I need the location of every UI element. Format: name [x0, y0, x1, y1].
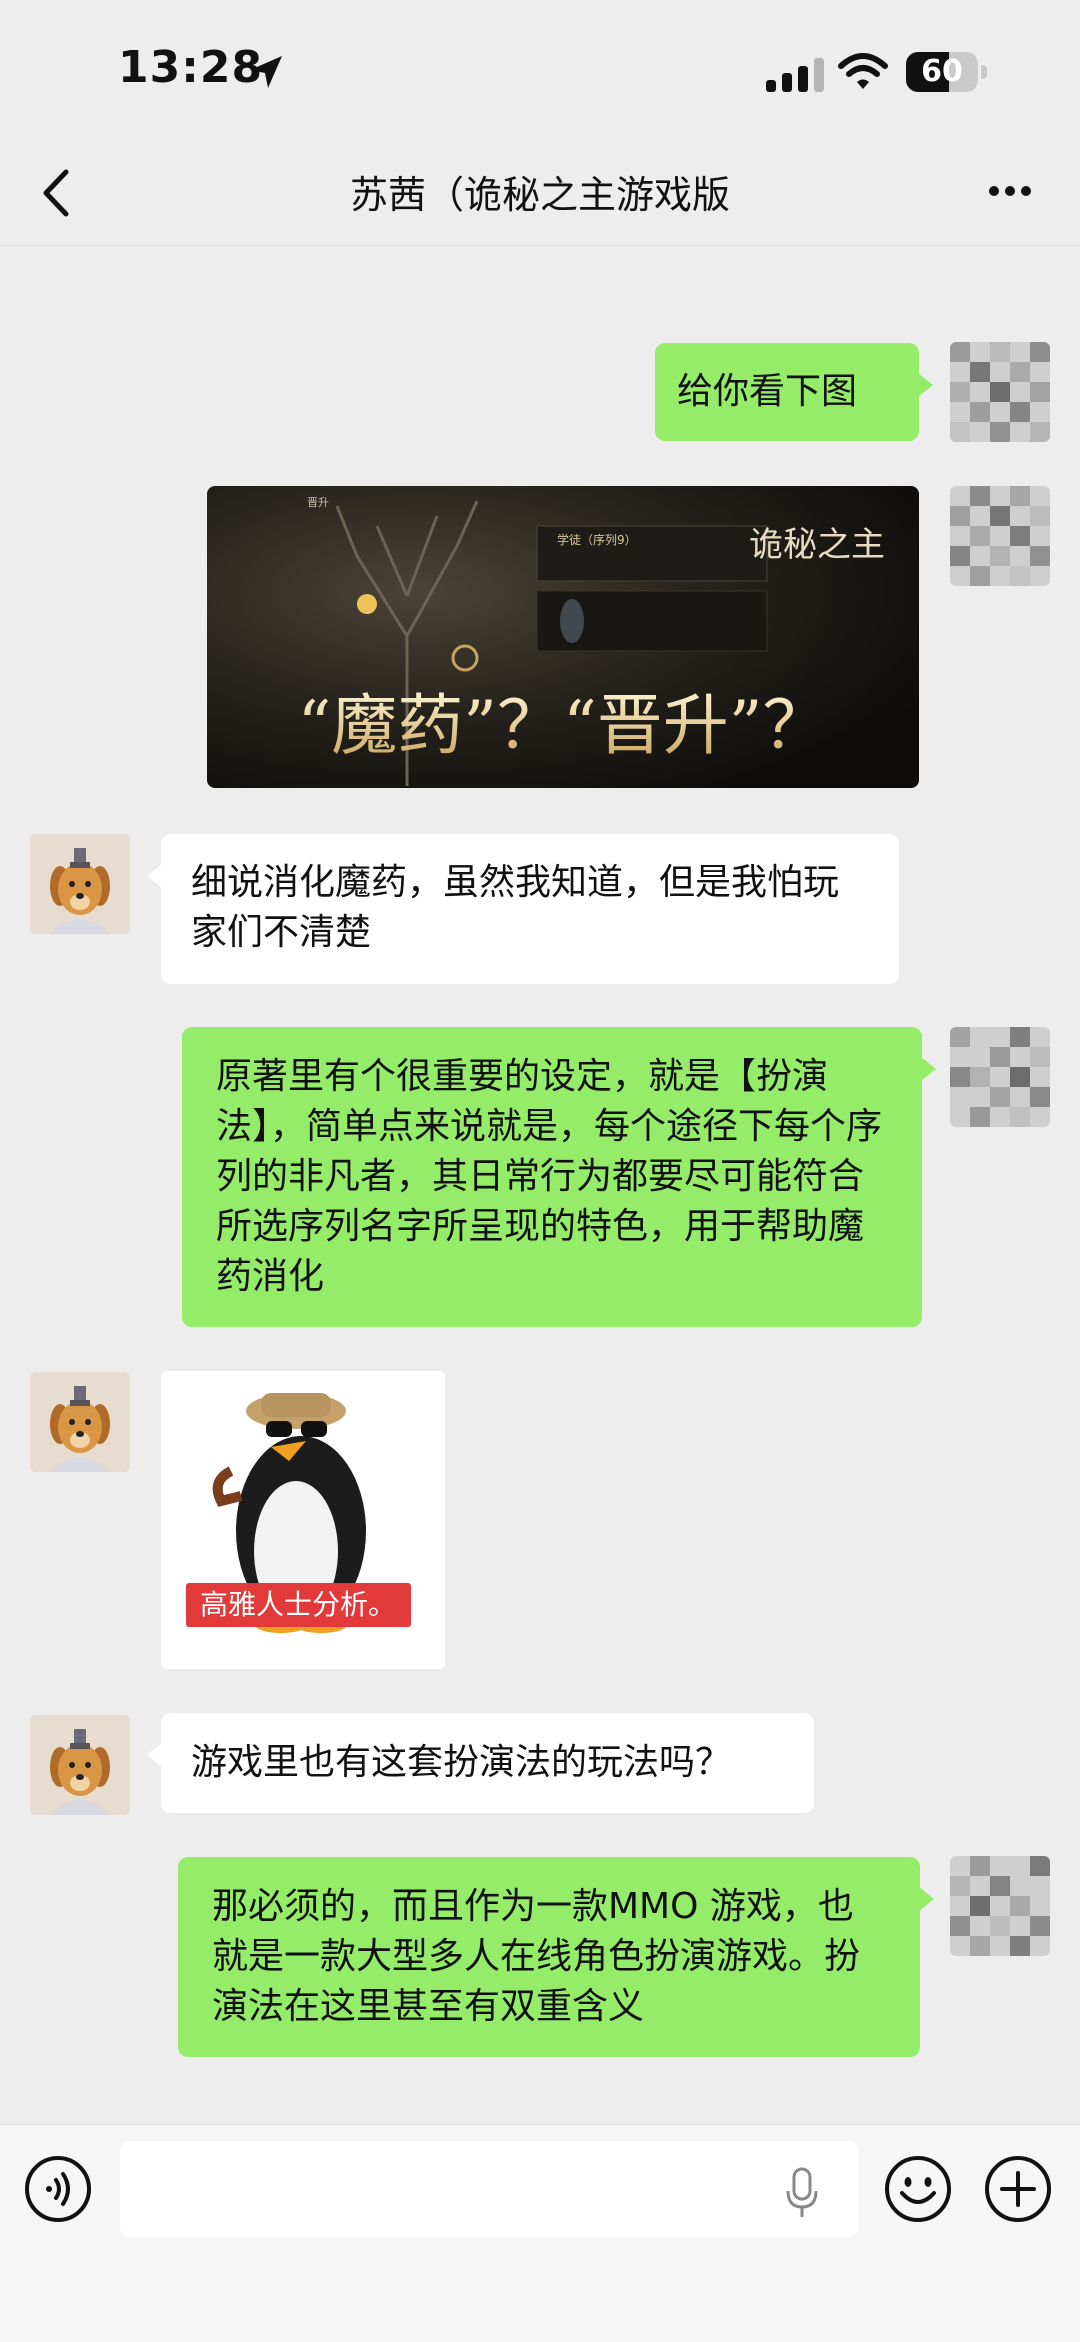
message-text: 细说消化魔药，虽然我知道，但是我怕玩家们不清楚 [191, 862, 840, 953]
more-icon[interactable] [986, 176, 1034, 206]
signal-icon [766, 58, 824, 92]
sticker-image[interactable]: 高雅人士分析。 [161, 1371, 445, 1669]
battery-icon: 60 [906, 52, 987, 94]
message-text: 原著里有个很重要的设定，就是【扮演法】，简单点来说就是，每个途径下每个序列的非凡… [216, 1056, 883, 1297]
status-time: 13:28 [118, 42, 264, 93]
message-bubble-sent[interactable]: 原著里有个很重要的设定，就是【扮演法】，简单点来说就是，每个途径下每个序列的非凡… [182, 1027, 936, 1327]
voice-icon[interactable] [24, 2155, 92, 2223]
location-arrow-icon [250, 56, 282, 88]
message-bubble-received[interactable]: 细说消化魔药，虽然我知道，但是我怕玩家们不清楚 [147, 834, 899, 984]
input-bar [0, 2124, 1080, 2342]
contact-avatar[interactable] [30, 1715, 130, 1815]
message-list[interactable]: 给你看下图 晋升 学徒（序列9） 诡秘之主 “魔药”？“晋升”？ 细说消化魔药，… [0, 246, 1080, 2124]
my-avatar[interactable] [950, 1027, 1050, 1127]
message-text: 那必须的，而且作为一款MMO 游戏，也就是一款大型多人在线角色扮演游戏。扮演法在… [212, 1886, 861, 2027]
chat-header: 苏茜（诡秘之主游戏版 [0, 140, 1080, 246]
my-avatar[interactable] [950, 486, 1050, 586]
mic-icon[interactable] [780, 2165, 824, 2221]
my-avatar[interactable] [950, 342, 1050, 442]
status-bar: 13:28 60 [0, 0, 1080, 140]
image-ui-label: 学徒（序列9） [557, 532, 637, 547]
contact-avatar[interactable] [30, 1372, 130, 1472]
game-promo-image[interactable]: 晋升 学徒（序列9） 诡秘之主 “魔药”？“晋升”？ [207, 486, 919, 788]
chat-title: 苏茜（诡秘之主游戏版 [349, 173, 730, 217]
sticker-caption: 高雅人士分析。 [200, 1588, 396, 1621]
battery-level: 60 [921, 54, 963, 89]
image-caption: “魔药”？“晋升”？ [298, 687, 829, 764]
message-text: 游戏里也有这套扮演法的玩法吗？ [191, 1742, 732, 1783]
image-ui-label: 晋升 [307, 496, 329, 509]
back-icon[interactable] [36, 166, 76, 220]
message-text: 给你看下图 [677, 371, 858, 412]
plus-icon[interactable] [984, 2155, 1052, 2223]
message-input[interactable] [120, 2141, 858, 2237]
emoji-icon[interactable] [884, 2155, 952, 2223]
wifi-icon [838, 53, 888, 89]
contact-avatar[interactable] [30, 834, 130, 934]
game-logo: 诡秘之主 [749, 525, 885, 565]
message-bubble-received[interactable]: 游戏里也有这套扮演法的玩法吗？ [147, 1713, 814, 1813]
my-avatar[interactable] [950, 1856, 1050, 1956]
message-bubble-sent[interactable]: 那必须的，而且作为一款MMO 游戏，也就是一款大型多人在线角色扮演游戏。扮演法在… [178, 1857, 934, 2057]
message-bubble-sent[interactable]: 给你看下图 [655, 343, 933, 441]
